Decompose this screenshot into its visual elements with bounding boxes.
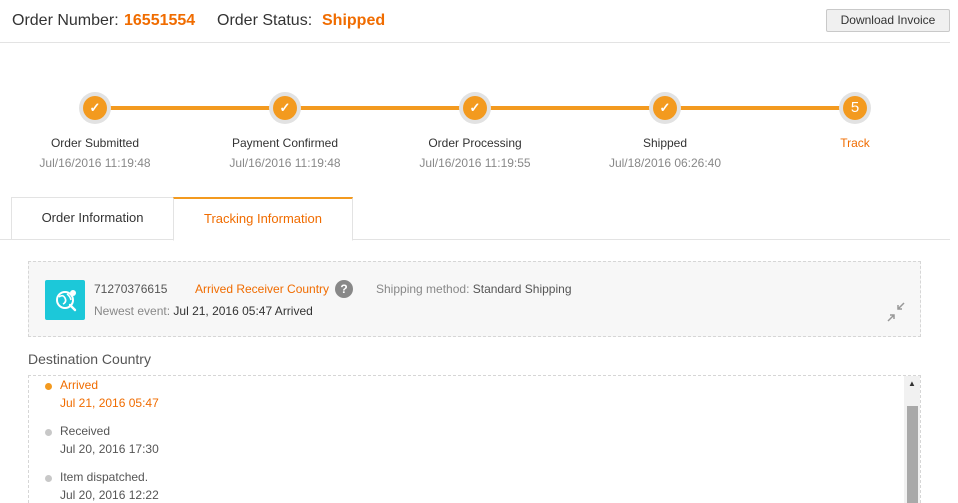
- status-dot: [45, 429, 52, 436]
- order-status: Shipped: [322, 12, 386, 29]
- tracking-status: Arrived Receiver Country: [195, 282, 330, 296]
- step-number: 5: [843, 96, 867, 120]
- step-time: Jul/18/2016 06:26:40: [608, 156, 722, 170]
- shipping-method: Shipping method: Standard Shipping: [376, 282, 572, 296]
- step-time: Jul/16/2016 11:19:48: [39, 156, 151, 170]
- order-number-label: Order Number:: [12, 12, 119, 29]
- package-globe-icon: [45, 280, 85, 320]
- step-circle: ✓: [459, 92, 491, 124]
- order-header: Order Number: 16551554 Order Status: Shi…: [0, 0, 950, 43]
- order-progress: ✓ Order Submitted Jul/16/2016 11:19:48 ✓…: [0, 90, 958, 180]
- tab-order-information[interactable]: Order Information: [11, 197, 174, 240]
- newest-event-label: Newest event:: [94, 304, 171, 318]
- event-time: Jul 20, 2016 12:22: [60, 488, 159, 502]
- tracking-number: 71270376615: [94, 282, 168, 296]
- event-description: Received: [60, 424, 111, 438]
- check-icon: ✓: [463, 96, 487, 120]
- step-label: Payment Confirmed: [231, 136, 339, 150]
- event-description: Arrived: [60, 378, 99, 392]
- shipping-method-label: Shipping method:: [376, 282, 470, 296]
- collapse-arrows-icon[interactable]: [883, 299, 909, 325]
- event-time: Jul 20, 2016 17:30: [60, 442, 159, 456]
- event-description: Item dispatched.: [60, 470, 149, 484]
- scroll-up-arrow-icon[interactable]: ▲: [904, 376, 920, 392]
- step-label: Order Processing: [428, 136, 522, 150]
- step-circle: ✓: [79, 92, 111, 124]
- step-circle: 5: [839, 92, 871, 124]
- help-icon[interactable]: ?: [335, 280, 353, 298]
- step-label: Order Submitted: [50, 136, 140, 150]
- event-time: Jul 21, 2016 05:47: [60, 396, 159, 410]
- step-circle: ✓: [649, 92, 681, 124]
- check-icon: ✓: [83, 96, 107, 120]
- step-circle: ✓: [269, 92, 301, 124]
- info-tabs: Order Information Tracking Information: [0, 197, 950, 241]
- tab-tracking-information[interactable]: Tracking Information: [173, 197, 353, 241]
- destination-country-title: Destination Country: [28, 351, 151, 367]
- tracking-events-list[interactable]: Arrived Jul 21, 2016 05:47 Received Jul …: [28, 375, 921, 503]
- step-label: Shipped: [642, 136, 688, 150]
- shipping-method-value: Standard Shipping: [472, 282, 572, 296]
- step-label[interactable]: Track: [775, 136, 935, 150]
- newest-event: Newest event: Jul 21, 2016 05:47 Arrived: [94, 304, 313, 318]
- order-number: 16551554: [124, 12, 196, 29]
- scroll-thumb[interactable]: [907, 406, 918, 503]
- status-dot: [45, 475, 52, 482]
- scrollbar[interactable]: ▲: [904, 376, 920, 503]
- step-time: Jul/16/2016 11:19:48: [229, 156, 341, 170]
- step-time: Jul/16/2016 11:19:55: [419, 156, 531, 170]
- status-dot: [45, 383, 52, 390]
- order-status-label: Order Status:: [217, 12, 313, 29]
- check-icon: ✓: [653, 96, 677, 120]
- check-icon: ✓: [273, 96, 297, 120]
- tracking-summary-card: 71270376615 Arrived Receiver Country ? S…: [28, 261, 921, 337]
- download-invoice-button[interactable]: Download Invoice: [826, 9, 950, 32]
- newest-event-value: Jul 21, 2016 05:47 Arrived: [173, 304, 313, 318]
